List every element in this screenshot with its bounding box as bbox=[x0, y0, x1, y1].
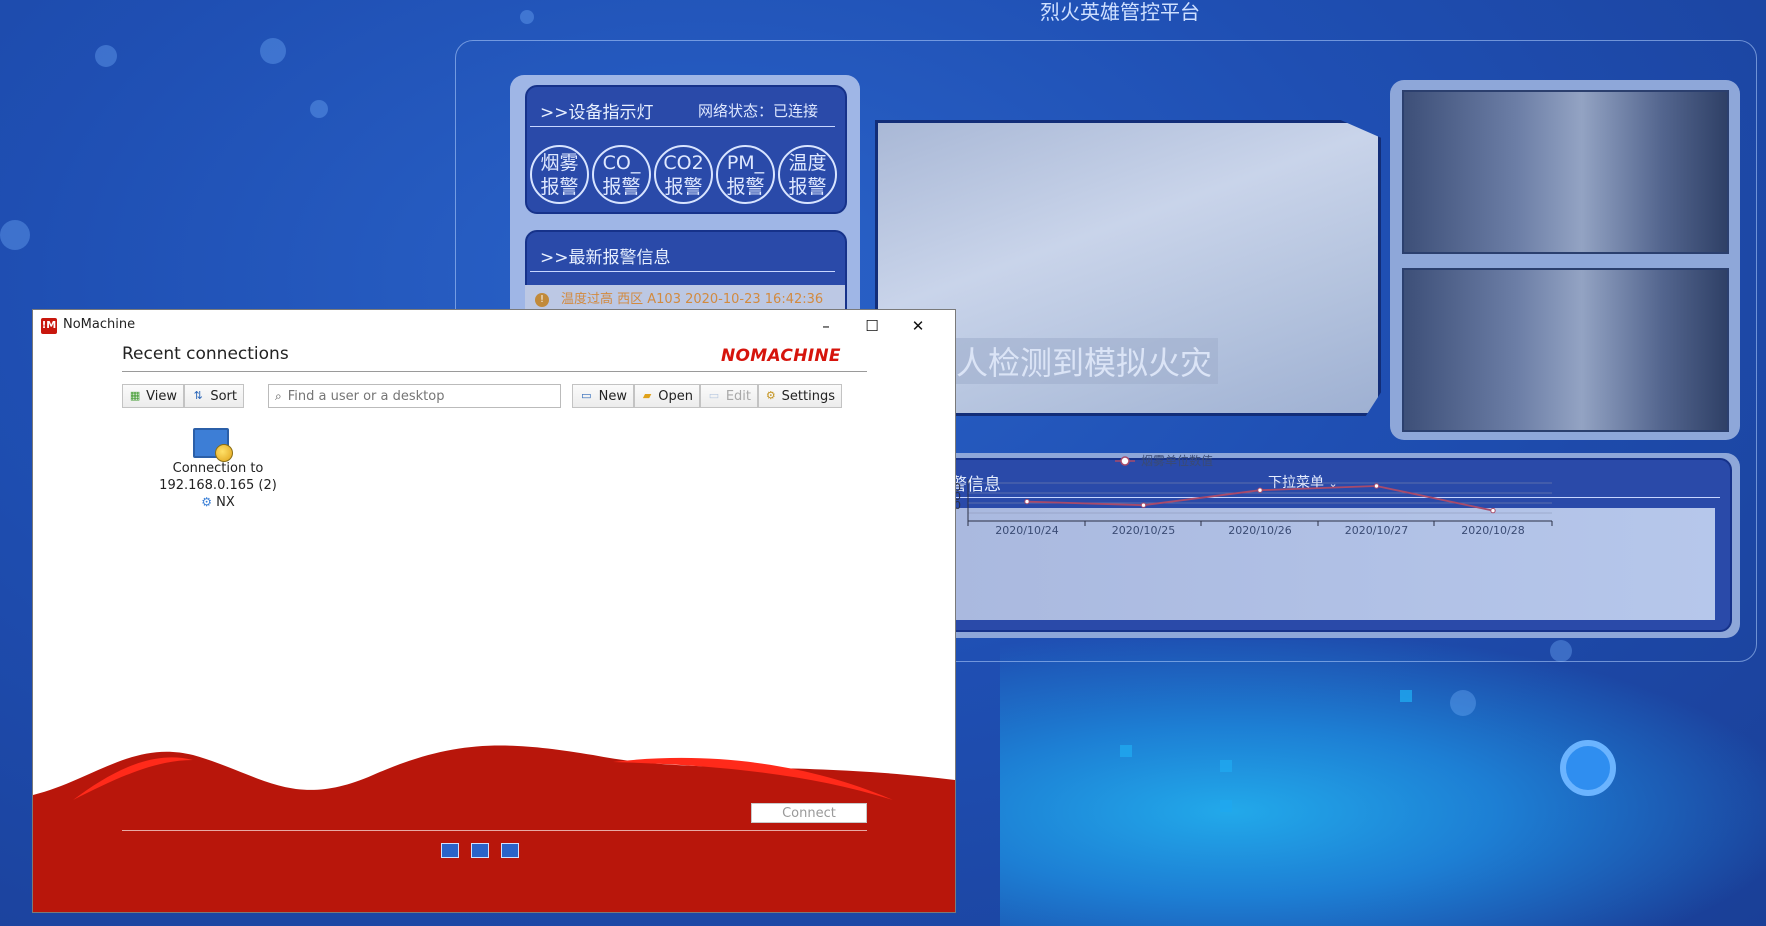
co2-alarm-indicator[interactable]: CO2 报警 bbox=[654, 145, 713, 204]
window-title: NoMachine bbox=[63, 317, 136, 332]
edit-icon: ▭ bbox=[708, 389, 720, 402]
device-panel-title: >>设备指示灯 bbox=[540, 103, 654, 123]
legend-label: 烟雾单位数值 bbox=[1141, 453, 1213, 468]
bg-ring bbox=[1560, 740, 1616, 796]
display-settings-icon[interactable] bbox=[471, 843, 489, 858]
alarm-label: 报警 bbox=[602, 175, 641, 198]
panel-divider bbox=[530, 271, 835, 272]
new-label: New bbox=[598, 388, 627, 404]
alarm-panel-title: >>最新报警信息 bbox=[540, 248, 671, 268]
dashboard-title: 烈火英雄管控平台 bbox=[1040, 0, 1200, 24]
grid-icon: ▦ bbox=[129, 389, 141, 402]
x-tick-label: 2020/10/24 bbox=[995, 524, 1058, 537]
camera-feed-top[interactable] bbox=[1402, 90, 1729, 254]
alarm-label: CO2 bbox=[663, 151, 704, 174]
x-tick-label: 2020/10/25 bbox=[1112, 524, 1175, 537]
header-divider bbox=[122, 371, 867, 372]
gear-icon: ⚙ bbox=[201, 495, 212, 509]
data-point bbox=[1490, 507, 1496, 514]
settings-label: Settings bbox=[781, 388, 835, 404]
new-button[interactable]: ▭ New bbox=[572, 384, 634, 408]
data-point bbox=[1024, 498, 1030, 505]
bg-bubble bbox=[310, 100, 328, 118]
gear-icon: ⚙ bbox=[765, 389, 776, 402]
network-status: 网络状态：已连接 bbox=[698, 102, 819, 120]
nomachine-brand-logo: NOMACHINE bbox=[721, 346, 841, 366]
legend-marker bbox=[1120, 456, 1130, 466]
alarm-label: 烟雾 bbox=[540, 151, 579, 174]
red-wave-footer bbox=[33, 745, 955, 912]
alarm-label: 报警 bbox=[664, 175, 703, 198]
protocol-label: NX bbox=[216, 495, 235, 510]
connection-protocol: ⚙ NX bbox=[143, 495, 293, 510]
bg-square bbox=[1220, 760, 1232, 772]
minimize-button[interactable]: – bbox=[803, 310, 849, 342]
close-button[interactable]: ✕ bbox=[895, 310, 941, 342]
bg-square bbox=[1220, 800, 1232, 812]
edit-button[interactable]: ▭ Edit bbox=[700, 384, 758, 408]
terminal-icon[interactable] bbox=[501, 843, 519, 858]
line-chart: 烟雾单位数值0000002020/10/242020/10/252020/10/… bbox=[947, 453, 1553, 537]
connection-item[interactable]: Connection to 192.168.0.165 (2) bbox=[143, 460, 293, 494]
data-point bbox=[1373, 483, 1380, 489]
x-tick-label: 2020/10/27 bbox=[1345, 524, 1408, 537]
bg-bubble bbox=[95, 45, 117, 67]
alarm-label: 报警 bbox=[726, 175, 765, 198]
camera-feed-bottom[interactable] bbox=[1402, 268, 1729, 432]
alarm-label: 报警 bbox=[540, 175, 579, 198]
search-icon: ⌕ bbox=[275, 388, 282, 403]
x-tick-label: 2020/10/28 bbox=[1461, 524, 1524, 537]
latest-alarm-text: 温度过高 西区 A103 2020-10-23 16:42:36 bbox=[561, 292, 824, 307]
data-point bbox=[1257, 487, 1263, 493]
alarm-label: CO_ bbox=[602, 151, 641, 174]
pm-alarm-indicator[interactable]: PM_ 报警 bbox=[716, 145, 775, 204]
open-label: Open bbox=[658, 388, 693, 404]
video-overlay-text: 人检测到模拟火灾 bbox=[950, 338, 1219, 384]
bg-bubble bbox=[1450, 690, 1476, 716]
alarm-label: 温度 bbox=[788, 151, 827, 174]
search-field[interactable]: ⌕ bbox=[268, 384, 561, 408]
connect-button[interactable]: Connect bbox=[751, 803, 867, 823]
bg-square bbox=[1120, 745, 1132, 757]
bg-bubble bbox=[0, 220, 30, 250]
section-title: Recent connections bbox=[122, 344, 289, 364]
view-label: View bbox=[146, 388, 177, 404]
new-connection-icon: ▭ bbox=[581, 389, 592, 402]
fullscreen-icon[interactable] bbox=[441, 843, 459, 858]
connection-host: 192.168.0.165 (2) bbox=[159, 478, 277, 493]
alarm-label: 报警 bbox=[788, 175, 827, 198]
connection-name: Connection to bbox=[172, 461, 264, 476]
footer-divider bbox=[122, 830, 867, 831]
open-button[interactable]: ▰ Open bbox=[634, 384, 700, 408]
background-glow bbox=[1000, 640, 1766, 926]
sort-label: Sort bbox=[210, 388, 237, 404]
folder-icon: ▰ bbox=[642, 389, 652, 402]
view-button[interactable]: ▦ View bbox=[122, 384, 184, 408]
edit-label: Edit bbox=[725, 388, 751, 404]
maximize-button[interactable]: ☐ bbox=[849, 310, 895, 342]
temperature-alarm-indicator[interactable]: 温度 报警 bbox=[778, 145, 837, 204]
bg-square bbox=[1400, 690, 1412, 702]
panel-divider bbox=[950, 497, 1720, 498]
alarm-label: PM_ bbox=[726, 151, 765, 174]
settings-button[interactable]: ⚙ Settings bbox=[758, 384, 842, 408]
nomachine-window: !M NoMachine – ☐ ✕ Recent connections NO… bbox=[32, 309, 956, 913]
sort-button[interactable]: ⇅ Sort bbox=[184, 384, 244, 408]
bg-bubble bbox=[520, 10, 534, 24]
sort-icon: ⇅ bbox=[193, 389, 203, 402]
warning-icon: ! bbox=[535, 293, 549, 307]
data-point bbox=[1140, 502, 1147, 508]
x-tick-label: 2020/10/26 bbox=[1228, 524, 1291, 537]
window-titlebar[interactable]: !M NoMachine – ☐ ✕ bbox=[33, 310, 955, 342]
bg-bubble bbox=[260, 38, 286, 64]
panel-divider bbox=[530, 126, 835, 127]
co-alarm-indicator[interactable]: CO_ 报警 bbox=[592, 145, 651, 204]
search-input[interactable] bbox=[287, 388, 538, 404]
nomachine-logo-icon: !M bbox=[41, 318, 57, 334]
smoke-alarm-indicator[interactable]: 烟雾 报警 bbox=[530, 145, 589, 204]
